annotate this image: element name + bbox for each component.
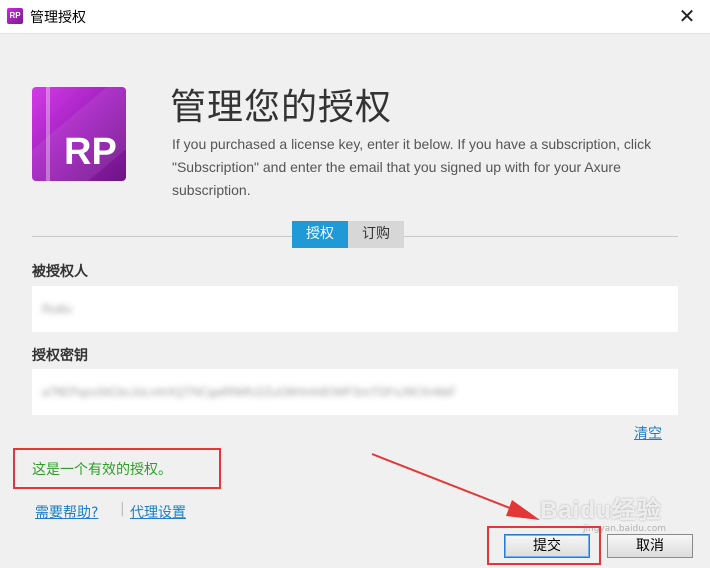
arrow-shaft — [371, 453, 521, 513]
arrow-head — [506, 500, 540, 520]
annotation-arrow — [371, 453, 540, 520]
submit-highlight-box — [487, 526, 601, 565]
cancel-button[interactable]: 取消 — [607, 534, 693, 558]
